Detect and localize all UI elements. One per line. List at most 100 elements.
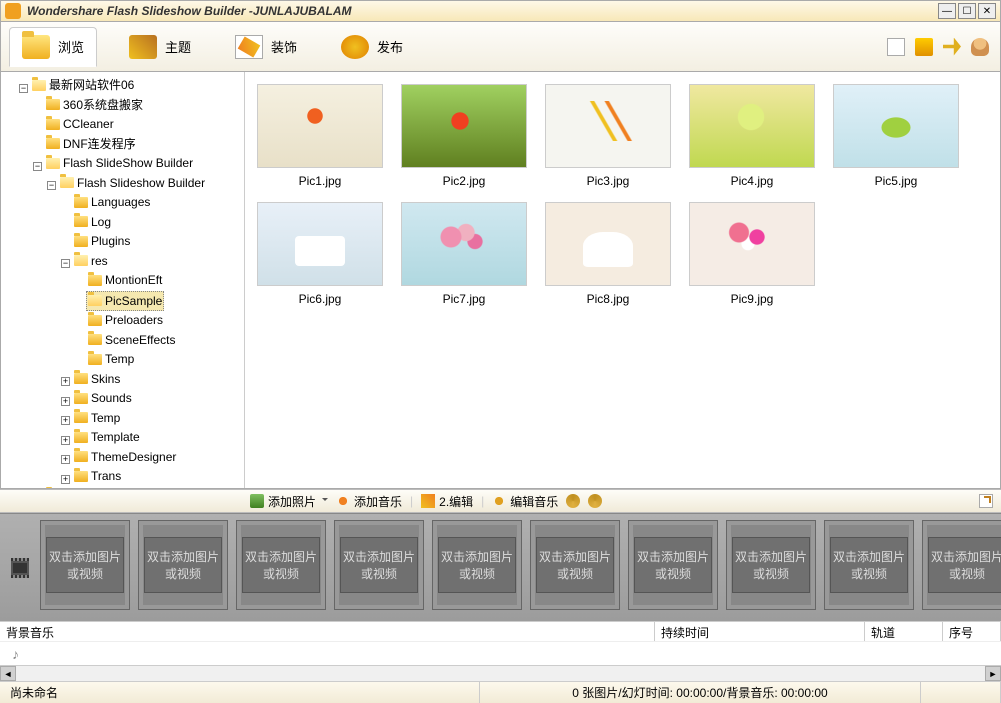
tree-expander[interactable]: + [61,436,70,445]
folder-tree[interactable]: −最新网站软件06360系统盘搬家CCleanerDNF连发程序−Flash S… [1,72,245,488]
tree-node[interactable]: res [72,252,110,270]
tree-node[interactable]: ThemeDesigner [72,448,178,466]
tree-node[interactable]: DNF连发程序 [44,135,138,153]
thumbnail[interactable]: Pic1.jpg [257,84,383,188]
timeline-slot[interactable]: 双击添加图片或视频 [432,520,522,610]
folder-icon [88,295,102,306]
folder-icon [74,373,88,384]
maximize-button[interactable]: ☐ [958,3,976,19]
tree-expander[interactable]: − [61,259,70,268]
timeline-slot[interactable]: 双击添加图片或视频 [236,520,326,610]
tree-node[interactable]: SceneEffects [86,331,178,349]
thumbnail-label: Pic4.jpg [689,174,815,188]
tree-node[interactable]: PicSample [86,291,164,311]
save-icon[interactable] [915,38,933,56]
tree-node[interactable]: Flash Slideshow Builder [58,174,207,192]
thumbnail[interactable]: Pic8.jpg [545,202,671,306]
tree-node[interactable]: Languages [72,193,152,211]
timeline-slot[interactable]: 双击添加图片或视频 [726,520,816,610]
thumbnail[interactable]: Pic4.jpg [689,84,815,188]
timeline-slot[interactable]: 双击添加图片或视频 [40,520,130,610]
tab-label: 主题 [165,37,191,56]
key-icon[interactable] [943,38,961,56]
col-bg-music[interactable]: 背景音乐 [0,622,655,641]
col-track[interactable]: 轨道 [865,622,943,641]
tree-expander[interactable]: − [33,162,42,171]
slot-placeholder: 双击添加图片或视频 [144,537,222,593]
add-photo-button[interactable]: 添加照片 [250,493,328,510]
folder-icon [46,99,60,110]
tree-label: 360系统盘搬家 [63,96,143,114]
tab-theme[interactable]: 主题 [117,27,203,67]
tree-node[interactable]: Sounds [72,389,134,407]
tree-node[interactable]: Temp [72,409,122,427]
tree-expander [75,317,84,326]
thumbnail[interactable]: Pic3.jpg [545,84,671,188]
add-music-button[interactable]: 添加音乐 [336,493,402,510]
timeline-slot[interactable]: 双击添加图片或视频 [334,520,424,610]
tree-node[interactable]: msnlite [44,487,103,489]
folder-icon [88,354,102,365]
tree-node[interactable]: Log [72,213,113,231]
rotate-right-button[interactable] [588,494,602,508]
new-page-icon[interactable] [887,38,905,56]
thumbnail-image [689,84,815,168]
scroll-track[interactable] [16,666,985,681]
tree-expander[interactable]: + [61,377,70,386]
tree-expander[interactable]: + [61,416,70,425]
music-track-row[interactable]: ♪ [0,641,1001,665]
tree-node[interactable]: 360系统盘搬家 [44,96,145,114]
edit-button[interactable]: 2.编辑 [421,493,473,510]
scroll-left-button[interactable]: ◄ [0,666,16,681]
tree-expander[interactable]: + [61,397,70,406]
tree-expander[interactable]: + [61,455,70,464]
folder-icon [74,471,88,482]
col-index[interactable]: 序号 [943,622,1001,641]
tree-node[interactable]: Flash SlideShow Builder [44,154,195,172]
tree-expander[interactable]: − [47,181,56,190]
tree-node[interactable]: Preloaders [86,311,165,329]
tree-node[interactable]: Temp [86,350,136,368]
tree-node[interactable]: Skins [72,370,122,388]
tree-expander [75,356,84,365]
tree-node[interactable]: 最新网站软件06 [30,76,136,94]
tree-node[interactable]: CCleaner [44,115,116,133]
thumbnail[interactable]: Pic6.jpg [257,202,383,306]
tab-publish[interactable]: 发布 [329,27,415,67]
minimize-button[interactable]: — [938,3,956,19]
edit-music-button[interactable]: 编辑音乐 [492,493,558,510]
timeline-slot[interactable]: 双击添加图片或视频 [922,520,1001,610]
thumbnail[interactable]: Pic2.jpg [401,84,527,188]
tab-folder[interactable]: 浏览 [9,27,97,67]
thumbnail[interactable]: Pic7.jpg [401,202,527,306]
tree-expander [33,121,42,130]
rotate-left-button[interactable] [566,494,580,508]
edit-music-label: 编辑音乐 [510,493,558,510]
thumbnail[interactable]: Pic9.jpg [689,202,815,306]
timeline-mode[interactable] [0,520,40,615]
tree-node[interactable]: MontionEft [86,271,164,289]
tree-expander[interactable]: + [61,475,70,484]
scroll-right-button[interactable]: ► [985,666,1001,681]
tab-deco[interactable]: 装饰 [223,27,309,67]
expand-button[interactable] [979,494,993,508]
close-button[interactable]: ✕ [978,3,996,19]
user-icon[interactable] [971,38,989,56]
timeline-slot[interactable]: 双击添加图片或视频 [824,520,914,610]
folder-icon [22,35,50,59]
tree-expander[interactable]: − [19,84,28,93]
timeline-slot[interactable]: 双击添加图片或视频 [530,520,620,610]
thumbnail-pane[interactable]: Pic1.jpgPic2.jpgPic3.jpg Pic4.jpg Pic5.jpg… [245,72,1000,488]
tree-node[interactable]: Plugins [72,232,132,250]
app-icon [5,3,21,19]
tree-node[interactable]: Trans [72,467,123,485]
tree-node[interactable]: Template [72,428,142,446]
slot-placeholder: 双击添加图片或视频 [46,537,124,593]
tree-expander [61,218,70,227]
col-duration[interactable]: 持续时间 [655,622,865,641]
timeline-slot[interactable]: 双击添加图片或视频 [628,520,718,610]
horizontal-scrollbar[interactable]: ◄ ► [0,665,1001,681]
tree-label: res [91,252,108,270]
timeline-slot[interactable]: 双击添加图片或视频 [138,520,228,610]
thumbnail[interactable]: Pic5.jpg [833,84,959,188]
